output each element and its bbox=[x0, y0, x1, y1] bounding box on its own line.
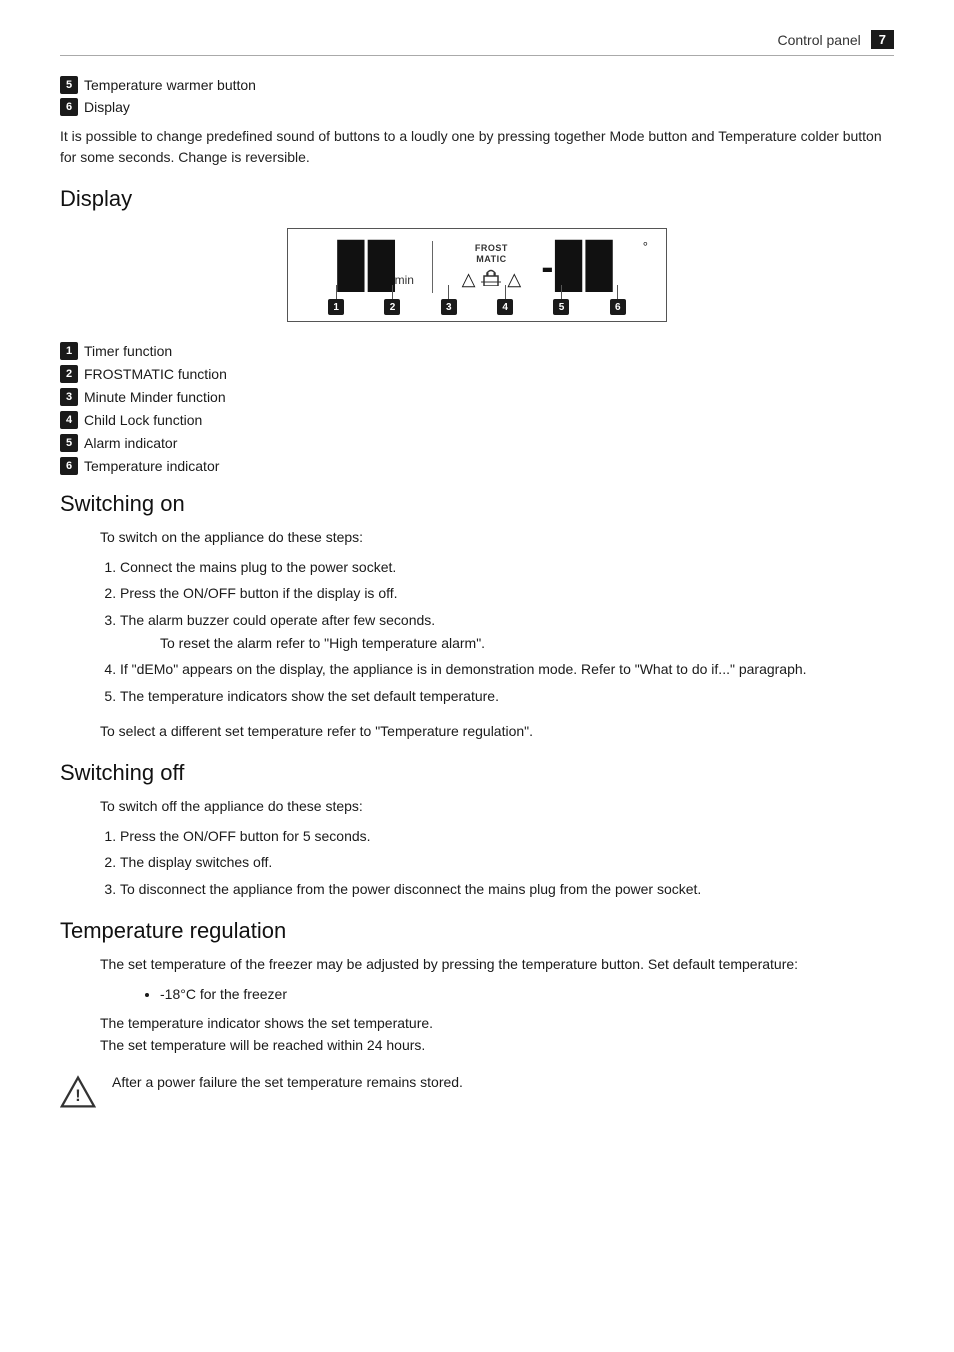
step-on-3-text: The alarm buzzer could operate after few… bbox=[120, 612, 435, 628]
step-on-5: The temperature indicators show the set … bbox=[120, 685, 894, 707]
feature-item-2: 2 FROSTMATIC function bbox=[60, 365, 894, 383]
top-item-6: 6 Display bbox=[60, 98, 894, 116]
callout-line-4 bbox=[505, 285, 506, 299]
seg-left: ██ bbox=[338, 245, 399, 289]
feature-badge-3: 3 bbox=[60, 388, 78, 406]
feature-item-5: 5 Alarm indicator bbox=[60, 434, 894, 452]
step-off-3: To disconnect the appliance from the pow… bbox=[120, 878, 894, 900]
switching-on-heading: Switching on bbox=[60, 491, 894, 517]
feature-label-2: FROSTMATIC function bbox=[84, 366, 227, 382]
switching-off-steps: Press the ON/OFF button for 5 seconds. T… bbox=[120, 825, 894, 900]
callout-line-5 bbox=[561, 285, 562, 299]
warning-icon-container: ! bbox=[60, 1072, 96, 1113]
feature-item-1: 1 Timer function bbox=[60, 342, 894, 360]
feature-item-4: 4 Child Lock function bbox=[60, 411, 894, 429]
callout-2: 2 bbox=[384, 285, 400, 315]
page-number: 7 bbox=[871, 30, 894, 49]
page-header: Control panel 7 bbox=[60, 30, 894, 56]
step-on-2: Press the ON/OFF button if the display i… bbox=[120, 582, 894, 604]
degree-symbol: ° bbox=[643, 239, 648, 254]
callout-badge-4: 4 bbox=[497, 299, 513, 315]
intro-paragraph: It is possible to change predefined soun… bbox=[60, 126, 894, 168]
feature-label-6: Temperature indicator bbox=[84, 458, 219, 474]
callout-numbers: 1 2 3 4 5 bbox=[288, 285, 666, 315]
switching-on-intro: To switch on the appliance do these step… bbox=[100, 527, 894, 548]
header-title: Control panel bbox=[777, 32, 860, 48]
temp-reg-bullet-1: -18°C for the freezer bbox=[160, 983, 894, 1005]
frost-matic-label: FROSTMATIC bbox=[475, 243, 508, 265]
switching-on-closing: To select a different set temperature re… bbox=[60, 721, 894, 742]
feature-badge-1: 1 bbox=[60, 342, 78, 360]
callout-3: 3 bbox=[441, 285, 457, 315]
seg-minus: - bbox=[541, 246, 553, 288]
callout-line-3 bbox=[448, 285, 449, 299]
callout-6: 6 bbox=[610, 285, 626, 315]
top-item-5-label: Temperature warmer button bbox=[84, 77, 256, 93]
callout-4: 4 bbox=[497, 285, 513, 315]
warning-text: After a power failure the set temperatur… bbox=[112, 1072, 463, 1093]
feature-badge-5: 5 bbox=[60, 434, 78, 452]
display-diagram-wrapper: ██ min FROSTMATIC △ bbox=[60, 228, 894, 322]
temp-reg-intro: The set temperature of the freezer may b… bbox=[100, 954, 894, 975]
step-on-1: Connect the mains plug to the power sock… bbox=[120, 556, 894, 578]
callout-line-1 bbox=[336, 285, 337, 299]
left-segment: ██ min bbox=[338, 245, 414, 289]
feature-badge-6: 6 bbox=[60, 457, 78, 475]
middle-group: FROSTMATIC △ △ bbox=[451, 243, 531, 292]
switching-on-body: To switch on the appliance do these step… bbox=[60, 527, 894, 707]
feature-item-3: 3 Minute Minder function bbox=[60, 388, 894, 406]
top-items-list: 5 Temperature warmer button 6 Display bbox=[60, 76, 894, 116]
seg-right: ██ bbox=[555, 245, 616, 289]
header-text: Control panel 7 bbox=[777, 30, 894, 49]
callout-1: 1 bbox=[328, 285, 344, 315]
right-group: - ██ bbox=[541, 245, 616, 289]
top-item-6-label: Display bbox=[84, 99, 130, 115]
callout-badge-5: 5 bbox=[553, 299, 569, 315]
feature-label-1: Timer function bbox=[84, 343, 172, 359]
temp-reg-heading: Temperature regulation bbox=[60, 918, 894, 944]
step-off-1: Press the ON/OFF button for 5 seconds. bbox=[120, 825, 894, 847]
badge-6: 6 bbox=[60, 98, 78, 116]
callout-badge-3: 3 bbox=[441, 299, 457, 315]
feature-label-5: Alarm indicator bbox=[84, 435, 177, 451]
warning-triangle-icon: ! bbox=[60, 1074, 96, 1110]
callout-line-6 bbox=[617, 285, 618, 299]
display-heading: Display bbox=[60, 186, 894, 212]
step-on-3-sub: To reset the alarm refer to "High temper… bbox=[160, 633, 894, 654]
badge-5: 5 bbox=[60, 76, 78, 94]
step-off-2: The display switches off. bbox=[120, 851, 894, 873]
feature-badge-4: 4 bbox=[60, 411, 78, 429]
feature-badge-2: 2 bbox=[60, 365, 78, 383]
top-item-5: 5 Temperature warmer button bbox=[60, 76, 894, 94]
callout-badge-6: 6 bbox=[610, 299, 626, 315]
page: Control panel 7 5 Temperature warmer but… bbox=[0, 0, 954, 1352]
step-on-3: The alarm buzzer could operate after few… bbox=[120, 609, 894, 654]
feature-list: 1 Timer function 2 FROSTMATIC function 3… bbox=[60, 342, 894, 475]
svg-text:!: ! bbox=[75, 1087, 80, 1105]
callout-badge-2: 2 bbox=[384, 299, 400, 315]
feature-item-6: 6 Temperature indicator bbox=[60, 457, 894, 475]
switching-off-body: To switch off the appliance do these ste… bbox=[60, 796, 894, 900]
left-segment-group: ██ min bbox=[338, 245, 414, 289]
callout-5: 5 bbox=[553, 285, 569, 315]
callout-line-2 bbox=[392, 285, 393, 299]
feature-label-3: Minute Minder function bbox=[84, 389, 226, 405]
temp-reg-bullets: -18°C for the freezer bbox=[160, 983, 894, 1005]
temp-reg-body: The set temperature of the freezer may b… bbox=[60, 954, 894, 1056]
switching-off-heading: Switching off bbox=[60, 760, 894, 786]
temp-reg-line-1: The temperature indicator shows the set … bbox=[100, 1012, 894, 1034]
warning-block: ! After a power failure the set temperat… bbox=[60, 1072, 894, 1113]
step-on-4: If "dEMo" appears on the display, the ap… bbox=[120, 658, 894, 680]
switching-off-intro: To switch off the appliance do these ste… bbox=[100, 796, 894, 817]
callout-badge-1: 1 bbox=[328, 299, 344, 315]
switching-on-steps: Connect the mains plug to the power sock… bbox=[120, 556, 894, 707]
display-diagram: ██ min FROSTMATIC △ bbox=[287, 228, 667, 322]
feature-label-4: Child Lock function bbox=[84, 412, 202, 428]
temp-reg-line-2: The set temperature will be reached with… bbox=[100, 1034, 894, 1056]
